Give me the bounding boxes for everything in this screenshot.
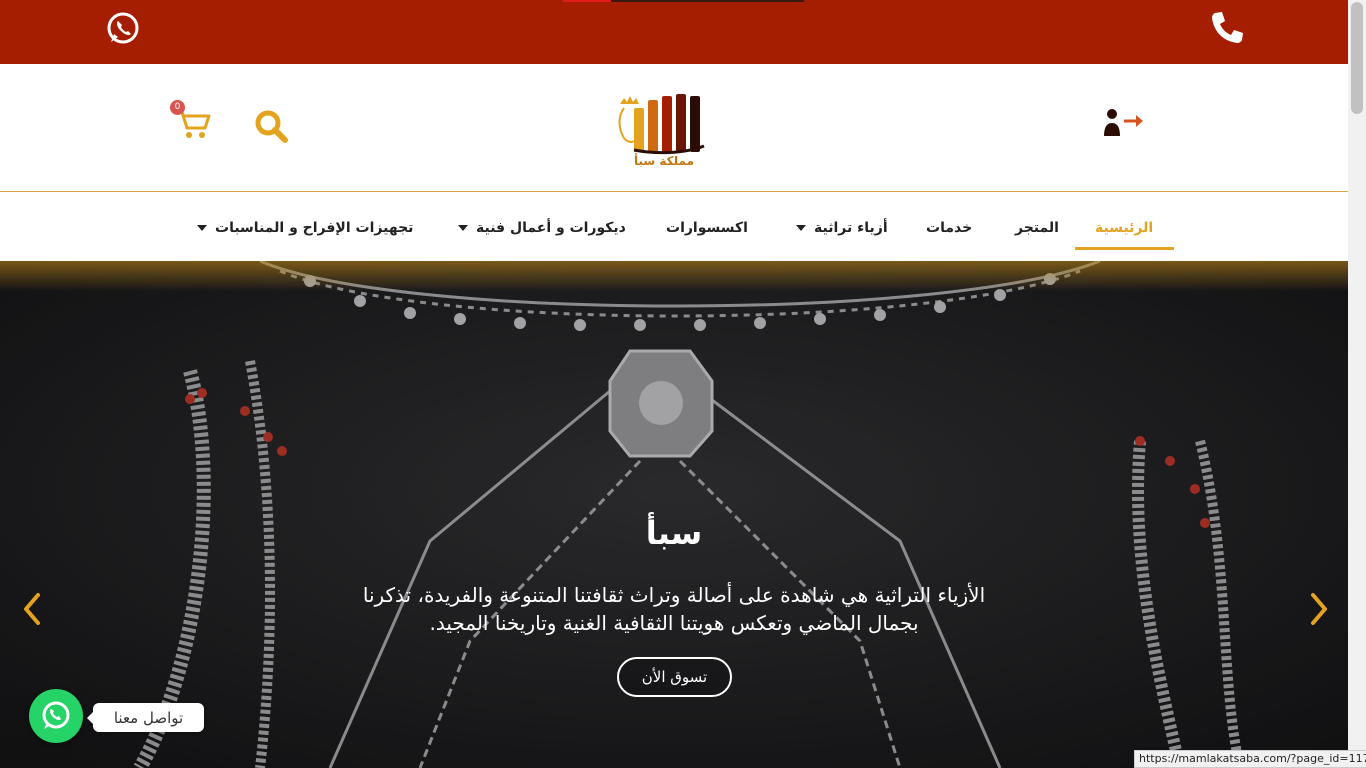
nav-item-wedding-events[interactable]: تجهيزات الإفراح و المناسبات (197, 217, 413, 239)
nav-item-label: خدمات (926, 220, 973, 236)
whatsapp-icon[interactable] (105, 10, 141, 46)
nav-item-label: أزياء تراثية (814, 220, 888, 236)
slider-prev-arrow-icon[interactable] (18, 591, 48, 627)
status-bar-url: https://mamlakatsaba.com/?page_id=117 (1134, 750, 1366, 768)
chat-label[interactable]: تواصل معنا (87, 703, 204, 732)
search-icon[interactable] (253, 108, 289, 144)
top-dark-line (611, 0, 804, 2)
nav-item-shop[interactable]: المتجر (1015, 217, 1059, 239)
chevron-down-icon (796, 225, 806, 231)
slider-next-arrow-icon[interactable] (1303, 591, 1333, 627)
login-icon[interactable] (1102, 106, 1146, 140)
nav-active-underline (1075, 247, 1174, 250)
nav-item-label: الرئيسية (1095, 220, 1154, 236)
nav-item-label: اكسسوارات (666, 220, 748, 236)
hero-slider: سبأ الأزياء التراثية هي شاهدة على أصالة … (0, 261, 1348, 768)
site-header: 0 مملكة سبأ (0, 64, 1348, 192)
whatsapp-icon (42, 701, 70, 729)
logo-text: مملكة سبأ (633, 154, 694, 168)
hero-text-line: بجمال الماضي وتعكس هويتنا الثقافية الغني… (429, 611, 919, 635)
nav-item-home[interactable]: الرئيسية (1095, 217, 1153, 239)
cart-count-badge: 0 (170, 100, 185, 115)
top-accent-line (563, 0, 611, 2)
nav-item-traditional-fashion[interactable]: أزياء تراثية (796, 217, 888, 239)
whatsapp-chat-button[interactable] (29, 689, 83, 743)
phone-icon[interactable] (1207, 9, 1247, 49)
main-nav: الرئيسية المتجر خدمات أزياء تراثية اكسسو… (0, 193, 1348, 261)
nav-item-decor-art[interactable]: ديكورات و أعمال فنية (458, 217, 626, 239)
scrollbar-thumb[interactable] (1351, 2, 1363, 114)
shop-now-button[interactable]: تسوق الأن (617, 657, 732, 697)
nav-item-label: ديكورات و أعمال فنية (476, 220, 626, 236)
nav-item-label: المتجر (1015, 220, 1059, 236)
chevron-down-icon (197, 225, 207, 231)
nav-item-accessories[interactable]: اكسسوارات (666, 217, 748, 239)
hero-text-line: الأزياء التراثية هي شاهدة على أصالة وترا… (362, 583, 986, 607)
top-bar (0, 0, 1348, 64)
hero-description: الأزياء التراثية هي شاهدة على أصالة وترا… (300, 581, 1048, 637)
page-scrollbar[interactable] (1348, 0, 1366, 768)
chevron-down-icon (458, 225, 468, 231)
nav-item-label: تجهيزات الإفراح و المناسبات (215, 220, 414, 236)
hero-title: سبأ (645, 514, 703, 552)
nav-item-services[interactable]: خدمات (926, 217, 972, 239)
